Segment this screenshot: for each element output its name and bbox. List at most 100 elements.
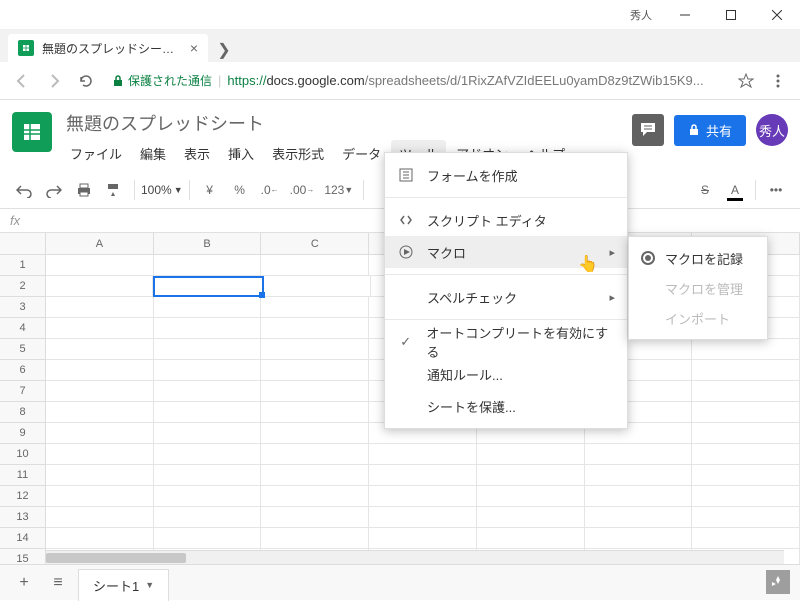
print-button[interactable] xyxy=(70,177,98,203)
cell[interactable] xyxy=(154,444,262,465)
cell[interactable] xyxy=(261,402,369,423)
row-header[interactable]: 7 xyxy=(0,381,46,402)
decrease-decimal-button[interactable]: .0← xyxy=(256,177,284,203)
cell[interactable] xyxy=(692,444,800,465)
cell[interactable] xyxy=(477,465,585,486)
cell[interactable] xyxy=(153,276,263,297)
cell[interactable] xyxy=(261,507,369,528)
menu-data[interactable]: データ xyxy=(334,140,389,167)
cell[interactable] xyxy=(585,507,693,528)
select-all-corner[interactable] xyxy=(0,233,46,254)
browser-tab[interactable]: 無題のスプレッドシート - Go × xyxy=(8,34,208,62)
cell[interactable] xyxy=(369,465,477,486)
row-header[interactable]: 14 xyxy=(0,528,46,549)
redo-button[interactable] xyxy=(40,177,68,203)
cell[interactable] xyxy=(154,486,262,507)
comments-button[interactable] xyxy=(632,114,664,146)
cell[interactable] xyxy=(261,339,369,360)
cell[interactable] xyxy=(46,507,154,528)
cell[interactable] xyxy=(692,423,800,444)
cell[interactable] xyxy=(46,486,154,507)
cell[interactable] xyxy=(154,297,262,318)
cell[interactable] xyxy=(369,507,477,528)
cell[interactable] xyxy=(46,297,154,318)
cell[interactable] xyxy=(261,360,369,381)
cell[interactable] xyxy=(261,423,369,444)
paint-format-button[interactable] xyxy=(100,177,128,203)
undo-button[interactable] xyxy=(10,177,38,203)
currency-button[interactable]: ¥ xyxy=(196,177,224,203)
cell[interactable] xyxy=(477,486,585,507)
cell[interactable] xyxy=(261,444,369,465)
submenu-item-record-macro[interactable]: マクロを記録 xyxy=(629,243,767,273)
cell[interactable] xyxy=(261,486,369,507)
cell[interactable] xyxy=(692,402,800,423)
row-header[interactable]: 5 xyxy=(0,339,46,360)
add-sheet-button[interactable]: + xyxy=(10,569,38,597)
cell[interactable] xyxy=(261,297,369,318)
window-maximize-button[interactable] xyxy=(708,0,754,30)
cell[interactable] xyxy=(154,528,262,549)
cell[interactable] xyxy=(264,276,371,297)
zoom-select[interactable]: 100% ▼ xyxy=(141,183,183,197)
cell[interactable] xyxy=(154,318,262,339)
cell[interactable] xyxy=(154,507,262,528)
cell[interactable] xyxy=(154,381,262,402)
more-formats-button[interactable]: 123 ▼ xyxy=(320,177,357,203)
all-sheets-button[interactable]: ≡ xyxy=(44,569,72,597)
cell[interactable] xyxy=(154,360,262,381)
cell[interactable] xyxy=(585,444,693,465)
row-header[interactable]: 6 xyxy=(0,360,46,381)
menu-item-autocomplete[interactable]: ✓ オートコンプリートを有効にする xyxy=(385,326,627,358)
column-header[interactable]: B xyxy=(154,233,262,254)
browser-menu-button[interactable] xyxy=(764,67,792,95)
cell[interactable] xyxy=(154,402,262,423)
cell[interactable] xyxy=(692,360,800,381)
cell[interactable] xyxy=(46,360,154,381)
menu-item-macro[interactable]: マクロ xyxy=(385,236,627,268)
row-header[interactable]: 11 xyxy=(0,465,46,486)
cell[interactable] xyxy=(477,528,585,549)
row-header[interactable]: 8 xyxy=(0,402,46,423)
cell[interactable] xyxy=(261,465,369,486)
nav-back-button[interactable] xyxy=(8,67,36,95)
cell[interactable] xyxy=(369,444,477,465)
menu-insert[interactable]: 挿入 xyxy=(220,140,262,167)
cell[interactable] xyxy=(585,528,693,549)
cell[interactable] xyxy=(46,339,154,360)
new-tab-button[interactable]: ❯ xyxy=(212,38,236,62)
cell[interactable] xyxy=(46,444,154,465)
cell[interactable] xyxy=(46,318,154,339)
sheet-tab[interactable]: シート1 ▼ xyxy=(78,569,169,601)
window-close-button[interactable] xyxy=(754,0,800,30)
cell[interactable] xyxy=(46,381,154,402)
cell[interactable] xyxy=(46,465,154,486)
column-header[interactable]: C xyxy=(261,233,369,254)
text-color-button[interactable]: A xyxy=(721,177,749,203)
row-header[interactable]: 10 xyxy=(0,444,46,465)
row-header[interactable]: 1 xyxy=(0,255,46,276)
bookmark-button[interactable] xyxy=(732,67,760,95)
menu-item-protect-sheet[interactable]: シートを保護... xyxy=(385,390,627,422)
cell[interactable] xyxy=(692,486,800,507)
row-header[interactable]: 12 xyxy=(0,486,46,507)
cell[interactable] xyxy=(46,528,154,549)
url-field[interactable]: 保護された通信 | https://docs.google.com/spread… xyxy=(104,67,728,95)
horizontal-scrollbar[interactable] xyxy=(46,550,784,564)
cell[interactable] xyxy=(692,465,800,486)
cell[interactable] xyxy=(46,276,153,297)
menu-item-script-editor[interactable]: スクリプト エディタ xyxy=(385,204,627,236)
cell[interactable] xyxy=(477,444,585,465)
sheets-logo-icon[interactable] xyxy=(12,112,52,152)
column-header[interactable]: A xyxy=(46,233,154,254)
row-header[interactable]: 13 xyxy=(0,507,46,528)
cell[interactable] xyxy=(261,528,369,549)
cell[interactable] xyxy=(585,465,693,486)
row-header[interactable]: 3 xyxy=(0,297,46,318)
menu-item-notification-rules[interactable]: 通知ルール... xyxy=(385,358,627,390)
menu-view[interactable]: 表示 xyxy=(176,140,218,167)
share-button[interactable]: 共有 xyxy=(674,115,746,146)
menu-item-spellcheck[interactable]: スペルチェック xyxy=(385,281,627,313)
menu-edit[interactable]: 編集 xyxy=(132,140,174,167)
cell[interactable] xyxy=(46,255,154,276)
